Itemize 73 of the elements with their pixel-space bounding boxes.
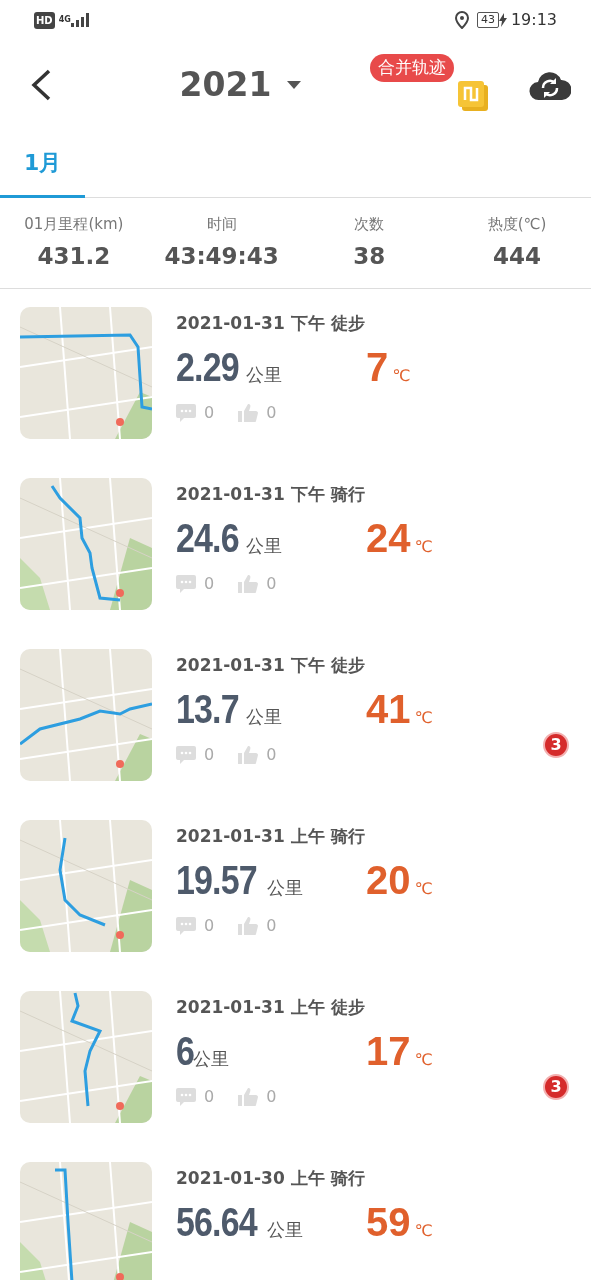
activity-title: 2021-01-31 下午 徒步 [176, 654, 366, 677]
comment-icon[interactable] [176, 403, 196, 422]
activity-title: 2021-01-31 上午 徒步 [176, 996, 366, 1019]
thumbs-up-icon[interactable] [238, 916, 259, 935]
heat-value: 20 [366, 856, 411, 904]
distance-unit: 公里 [245, 534, 282, 556]
battery-level: 43 [476, 12, 499, 28]
comment-count: 0 [204, 1085, 215, 1108]
comment-count: 0 [204, 401, 215, 424]
merge-tracks-badge[interactable]: 合并轨迹 [370, 54, 454, 82]
thumbs-up-icon[interactable] [238, 1087, 259, 1106]
heat-unit: ℃ [414, 1048, 433, 1071]
distance-unit: 公里 [267, 1218, 304, 1240]
heat-unit: ℃ [392, 364, 411, 387]
heat-value: 24 [366, 514, 411, 562]
thumbs-up-icon[interactable] [238, 574, 259, 593]
hd-indicator: HD [34, 11, 55, 29]
comment-count: 0 [204, 743, 215, 766]
distance-value: 13.7 [176, 685, 239, 733]
stat-value: 38 [352, 242, 387, 271]
comment-icon[interactable] [176, 745, 196, 764]
back-icon[interactable] [30, 68, 52, 102]
dropdown-caret-icon[interactable] [287, 81, 302, 89]
comment-count: 0 [204, 572, 215, 595]
like-count: 0 [266, 743, 277, 766]
like-count: 0 [266, 1085, 277, 1108]
like-count: 0 [266, 401, 277, 424]
heat-value: 41 [366, 685, 411, 733]
charging-icon [498, 13, 507, 27]
cloud-sync-icon[interactable] [529, 69, 571, 101]
distance-unit: 公里 [193, 1047, 230, 1069]
distance-value: 24.6 [176, 514, 239, 562]
like-count: 0 [266, 914, 277, 937]
distance-unit: 公里 [267, 876, 304, 898]
distance-unit: 公里 [245, 705, 282, 727]
distance-value: 6 [176, 1027, 195, 1075]
merge-tracks-icon[interactable] [457, 80, 489, 112]
like-count: 0 [266, 572, 277, 595]
thumbs-up-icon[interactable] [238, 403, 259, 422]
stat-value: 431.2 [36, 242, 112, 271]
activity-title: 2021-01-31 下午 骑行 [176, 483, 366, 506]
stat-label: 热度(℃) [486, 213, 548, 235]
heat-unit: ℃ [414, 535, 433, 558]
distance-value: 2.29 [176, 343, 239, 391]
comment-icon[interactable] [176, 1087, 196, 1106]
distance-unit: 公里 [245, 363, 282, 385]
count-badge: 3 [543, 732, 569, 758]
heat-unit: ℃ [414, 877, 433, 900]
thumbs-up-icon[interactable] [238, 745, 259, 764]
month-tab[interactable]: 1月 [0, 130, 86, 198]
activity-title: 2021-01-30 上午 骑行 [176, 1167, 366, 1190]
stat-label: 时间 [205, 213, 238, 235]
stat-label: 次数 [353, 213, 386, 235]
distance-value: 19.57 [176, 856, 257, 904]
heat-unit: ℃ [414, 706, 433, 729]
count-badge: 3 [543, 1074, 569, 1100]
clock-time: 19:13 [510, 9, 557, 31]
heat-value: 7 [366, 343, 389, 391]
activity-title: 2021-01-31 上午 骑行 [176, 825, 366, 848]
distance-value: 56.64 [176, 1198, 257, 1246]
network-type: 4G [58, 16, 71, 24]
comment-icon[interactable] [176, 916, 196, 935]
location-icon [454, 11, 469, 29]
heat-unit: ℃ [414, 1219, 433, 1242]
heat-value: 17 [366, 1027, 411, 1075]
stat-value: 444 [492, 242, 543, 271]
heat-value: 59 [366, 1198, 411, 1246]
stat-label: 01月里程(km) [23, 213, 125, 235]
year-selector[interactable]: 2021 [179, 60, 272, 110]
comment-icon[interactable] [176, 574, 196, 593]
stat-value: 43:49:43 [163, 242, 280, 271]
activity-title: 2021-01-31 下午 徒步 [176, 312, 366, 335]
comment-count: 0 [204, 914, 215, 937]
